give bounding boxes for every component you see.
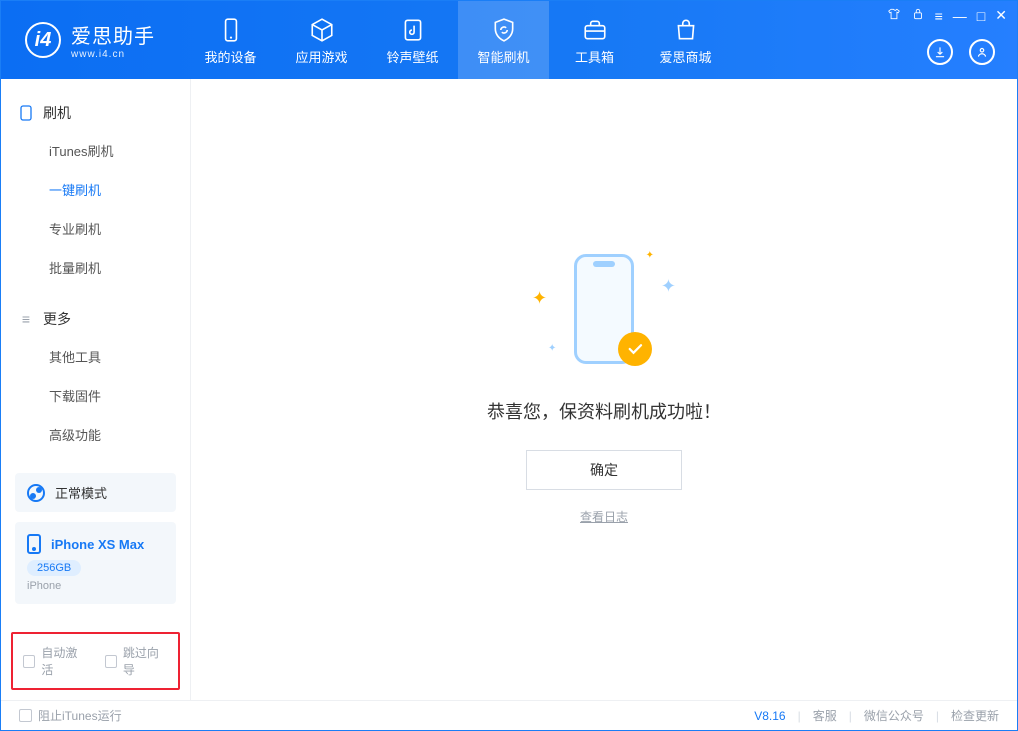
- support-link[interactable]: 客服: [813, 707, 837, 724]
- tab-ringtone-wallpaper[interactable]: 铃声壁纸: [367, 1, 458, 79]
- mode-icon: [27, 484, 45, 502]
- checkmark-badge-icon: [618, 332, 652, 366]
- main-content: ✦ ✦ ✦ ✦ 恭喜您，保资料刷机成功啦！ 确定 查看日志: [191, 79, 1017, 700]
- wechat-link[interactable]: 微信公众号: [864, 707, 924, 724]
- device-phone-icon: [27, 534, 41, 554]
- close-icon[interactable]: ✕: [995, 7, 1007, 24]
- bag-icon: [671, 15, 701, 45]
- phone-small-icon: [19, 106, 33, 120]
- tab-my-device[interactable]: 我的设备: [185, 1, 276, 79]
- mode-card[interactable]: 正常模式: [15, 473, 176, 512]
- maximize-icon[interactable]: □: [977, 8, 985, 24]
- download-button[interactable]: [927, 39, 953, 65]
- list-icon: ≡: [19, 312, 33, 326]
- body: 刷机 iTunes刷机 一键刷机 专业刷机 批量刷机 ≡ 更多 其他工具 下载固…: [1, 79, 1017, 700]
- success-illustration: ✦ ✦ ✦ ✦: [560, 254, 648, 372]
- device-type: iPhone: [27, 580, 61, 592]
- checkbox-auto-activate[interactable]: 自动激活: [23, 644, 87, 678]
- user-button[interactable]: [969, 39, 995, 65]
- toolbox-icon: [580, 15, 610, 45]
- app-window: i4 爱思助手 www.i4.cn 我的设备 应用游戏 铃声壁纸 智能刷机: [0, 0, 1018, 731]
- logo-url: www.i4.cn: [71, 49, 155, 60]
- footer: 阻止iTunes运行 V8.16 | 客服 | 微信公众号 | 检查更新: [1, 700, 1017, 730]
- header: i4 爱思助手 www.i4.cn 我的设备 应用游戏 铃声壁纸 智能刷机: [1, 1, 1017, 79]
- window-controls: ≡ — □ ✕: [887, 7, 1007, 24]
- view-log-link[interactable]: 查看日志: [580, 508, 628, 525]
- menu-icon[interactable]: ≡: [935, 8, 943, 24]
- tshirt-icon[interactable]: [887, 7, 901, 24]
- sparkle-icon: ✦: [661, 276, 676, 297]
- logo-title: 爱思助手: [71, 20, 155, 49]
- tab-toolbox[interactable]: 工具箱: [549, 1, 640, 79]
- tab-smart-flash[interactable]: 智能刷机: [458, 1, 549, 79]
- success-message: 恭喜您，保资料刷机成功啦！: [487, 398, 721, 424]
- mode-label: 正常模式: [55, 483, 107, 502]
- sidebar-item-itunes-flash[interactable]: iTunes刷机: [1, 131, 190, 170]
- sparkle-icon: ✦: [548, 343, 556, 354]
- logo: i4 爱思助手 www.i4.cn: [1, 1, 175, 79]
- sidebar-item-advanced[interactable]: 高级功能: [1, 415, 190, 454]
- minimize-icon[interactable]: —: [953, 8, 967, 24]
- lock-icon[interactable]: [911, 7, 925, 24]
- sidebar-item-pro-flash[interactable]: 专业刷机: [1, 209, 190, 248]
- device-card[interactable]: iPhone XS Max 256GB iPhone: [15, 522, 176, 604]
- device-name: iPhone XS Max: [51, 537, 144, 552]
- sidebar-section-more: ≡ 更多: [1, 301, 190, 337]
- sidebar: 刷机 iTunes刷机 一键刷机 专业刷机 批量刷机 ≡ 更多 其他工具 下载固…: [1, 79, 191, 700]
- header-actions: [927, 39, 995, 65]
- sidebar-item-download-firmware[interactable]: 下载固件: [1, 376, 190, 415]
- confirm-button[interactable]: 确定: [526, 450, 682, 490]
- device-storage: 256GB: [27, 560, 81, 576]
- sidebar-section-flash: 刷机: [1, 95, 190, 131]
- tab-label: 工具箱: [575, 47, 614, 66]
- tab-label: 应用游戏: [295, 47, 347, 66]
- logo-icon: i4: [25, 22, 61, 58]
- tab-store[interactable]: 爱思商城: [640, 1, 731, 79]
- check-update-link[interactable]: 检查更新: [951, 707, 999, 724]
- version-label: V8.16: [754, 709, 785, 723]
- cube-icon: [307, 15, 337, 45]
- tab-label: 铃声壁纸: [386, 47, 438, 66]
- tab-label: 我的设备: [204, 47, 256, 66]
- sidebar-item-oneclick-flash[interactable]: 一键刷机: [1, 170, 190, 209]
- header-tabs: 我的设备 应用游戏 铃声壁纸 智能刷机 工具箱 爱思商城: [185, 1, 731, 79]
- section-title-text: 刷机: [43, 103, 71, 123]
- sidebar-item-other-tools[interactable]: 其他工具: [1, 337, 190, 376]
- device-icon: [216, 15, 246, 45]
- sparkle-icon: ✦: [646, 250, 654, 261]
- checkbox-skip-guide[interactable]: 跳过向导: [105, 644, 169, 678]
- tab-label: 智能刷机: [477, 47, 529, 66]
- music-file-icon: [398, 15, 428, 45]
- tab-apps-games[interactable]: 应用游戏: [276, 1, 367, 79]
- sidebar-item-batch-flash[interactable]: 批量刷机: [1, 248, 190, 287]
- section-title-text: 更多: [43, 309, 71, 329]
- shield-refresh-icon: [489, 15, 519, 45]
- tab-label: 爱思商城: [659, 47, 711, 66]
- checkbox-block-itunes[interactable]: 阻止iTunes运行: [19, 707, 122, 724]
- highlight-box: 自动激活 跳过向导: [11, 632, 180, 690]
- sparkle-icon: ✦: [532, 288, 547, 309]
